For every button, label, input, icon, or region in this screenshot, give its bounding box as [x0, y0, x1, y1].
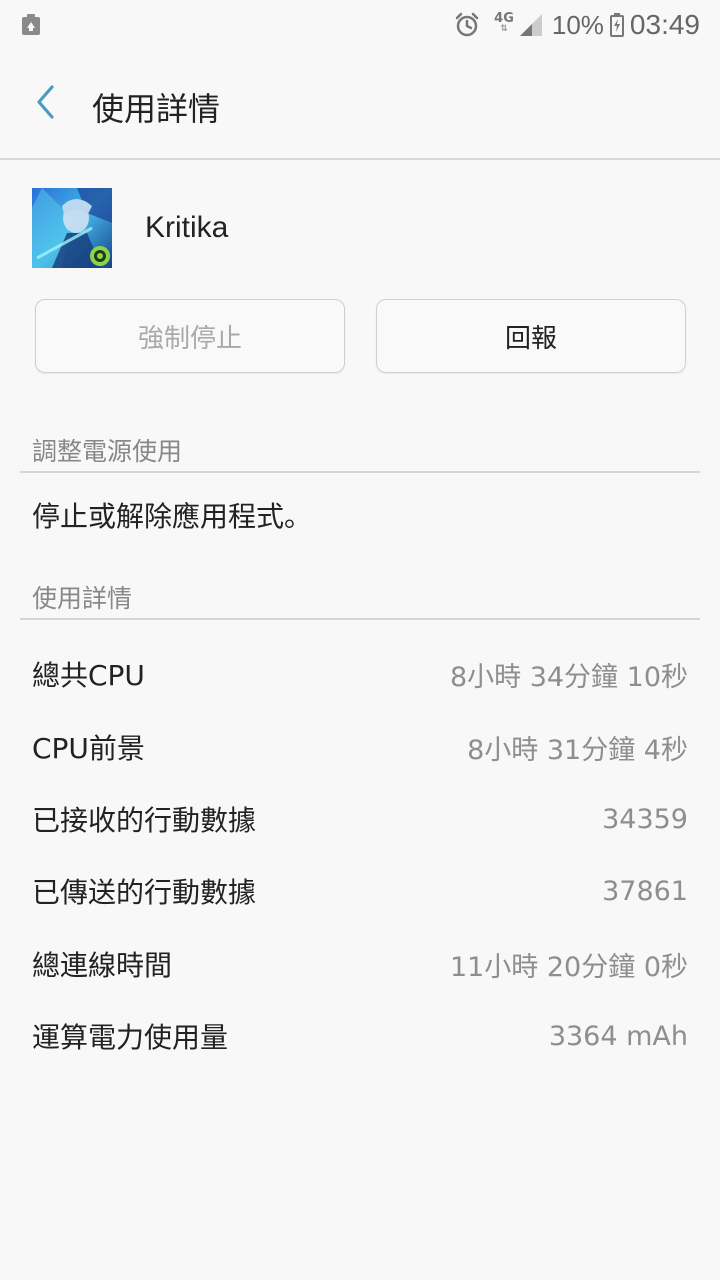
- detail-label: 已接收的行動數據: [32, 804, 257, 837]
- status-right-group: 4G ⇅ 10% 03:49: [454, 0, 700, 50]
- detail-label: 運算電力使用量: [32, 1021, 229, 1054]
- detail-row-computed-power-use: 運算電力使用量 3364 mAh: [32, 1016, 688, 1056]
- network-type: 4G: [494, 10, 514, 26]
- detail-value: 37861: [602, 875, 688, 907]
- app-icon: [32, 188, 112, 268]
- battery-charging-icon: [609, 13, 624, 37]
- report-button[interactable]: 回報: [376, 299, 686, 373]
- detail-row-mobile-data-sent: 已傳送的行動數據 37861: [32, 871, 688, 911]
- detail-value: 34359: [602, 803, 688, 835]
- detail-value: 8小時 34分鐘 10秒: [449, 661, 688, 693]
- signal-icon: [519, 14, 542, 36]
- details-section-divider: [20, 618, 700, 620]
- detail-label: CPU前景: [32, 732, 145, 765]
- clock: 03:49: [629, 9, 700, 40]
- status-bar: 4G ⇅ 10% 03:49: [0, 0, 720, 50]
- detail-label: 總共CPU: [32, 659, 145, 692]
- detail-label: 已傳送的行動數據: [32, 876, 257, 909]
- detail-row-cpu-foreground: CPU前景 8小時 31分鐘 4秒: [32, 727, 688, 767]
- detail-row-total-connection-time: 總連線時間 11小時 20分鐘 0秒: [32, 944, 688, 984]
- detail-row-mobile-data-received: 已接收的行動數據 34359: [32, 799, 688, 839]
- page-title: 使用詳情: [92, 90, 221, 128]
- chevron-left-icon: [37, 85, 54, 119]
- network-indicator: 4G ⇅: [494, 10, 514, 34]
- power-section-divider: [20, 471, 700, 473]
- header-divider: [0, 158, 720, 160]
- alarm-icon: [455, 12, 479, 37]
- force-stop-button[interactable]: 強制停止: [35, 299, 345, 373]
- details-section-header: 使用詳情: [32, 584, 133, 613]
- detail-value: 3364 mAh: [548, 1020, 688, 1052]
- power-option-item[interactable]: 停止或解除應用程式。: [32, 495, 312, 535]
- recycle-icon: [22, 14, 40, 35]
- app-bar: 使用詳情: [0, 50, 720, 158]
- data-arrows-icon: ⇅: [500, 23, 508, 34]
- back-button[interactable]: [24, 80, 68, 124]
- detail-row-total-cpu: 總共CPU 8小時 34分鐘 10秒: [32, 654, 688, 694]
- detail-value: 8小時 31分鐘 4秒: [467, 734, 688, 766]
- app-name: Kritika: [145, 211, 229, 244]
- detail-value: 11小時 20分鐘 0秒: [449, 951, 688, 983]
- battery-percent: 10%: [551, 9, 604, 40]
- power-section-header: 調整電源使用: [32, 437, 183, 466]
- detail-label: 總連線時間: [32, 949, 173, 982]
